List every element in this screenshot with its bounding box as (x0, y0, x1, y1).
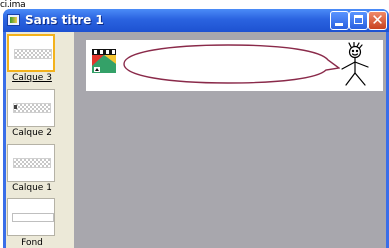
layer-label: Calque 2 (12, 128, 52, 138)
transparency-pattern (14, 49, 52, 59)
transparency-pattern (13, 158, 51, 168)
layer-label: Fond (21, 238, 43, 248)
close-icon: ✕ (371, 11, 384, 29)
app-icon[interactable] (7, 14, 20, 26)
drawing-canvas[interactable] (86, 40, 383, 91)
speech-bubble[interactable] (118, 43, 340, 85)
layer-label: Calque 3 (12, 73, 52, 83)
minimize-button[interactable] (330, 11, 349, 30)
clapperboard-icon[interactable] (91, 48, 117, 74)
title-bar[interactable]: Sans titre 1 ✕ (3, 9, 389, 32)
background-preview (12, 213, 54, 222)
transparency-pattern (13, 103, 51, 113)
layer-label: Calque 1 (12, 183, 52, 193)
layer-thumbnail[interactable] (7, 198, 55, 236)
maximize-button[interactable] (349, 11, 368, 30)
maximize-icon (354, 15, 363, 24)
minimize-icon (335, 23, 343, 26)
stick-figure-drawing[interactable] (338, 42, 372, 88)
document-window: Sans titre 1 ✕ Calque 3 Calque 2 Calque … (3, 9, 389, 248)
layers-panel: Calque 3 Calque 2 Calque 1 Fond (6, 32, 74, 248)
window-title: Sans titre 1 (25, 13, 104, 27)
layer-thumbnail[interactable] (7, 34, 55, 72)
document-client-area: Calque 3 Calque 2 Calque 1 Fond (6, 32, 386, 248)
layer-thumbnail[interactable] (7, 144, 55, 182)
layer-thumbnail[interactable] (7, 89, 55, 127)
close-button[interactable]: ✕ (368, 11, 387, 30)
